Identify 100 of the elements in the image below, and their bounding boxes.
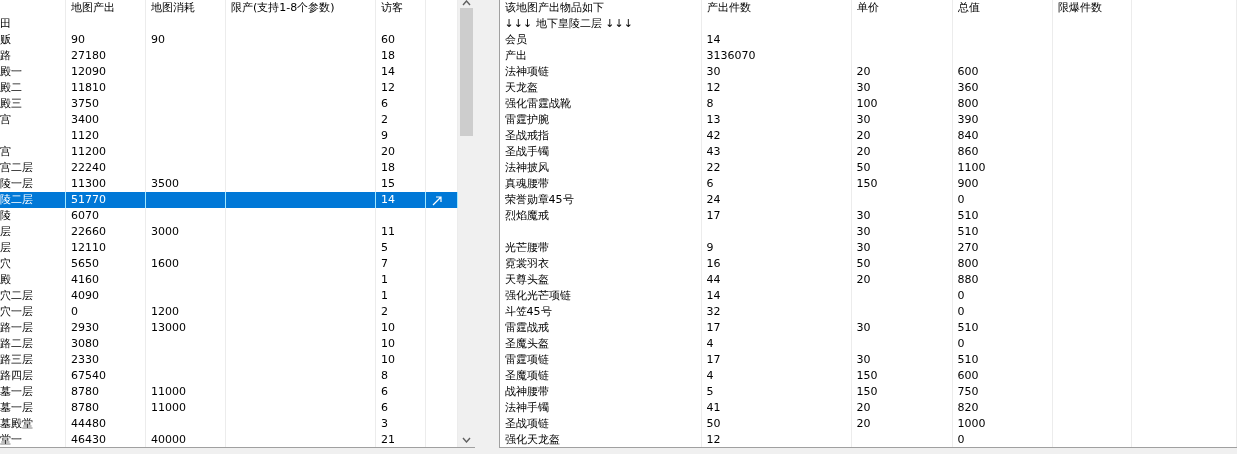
table-cell: 陵 bbox=[0, 208, 11, 224]
table-cell: 7 bbox=[381, 256, 388, 272]
column-header[interactable]: 单价 bbox=[856, 0, 879, 16]
column-header[interactable]: 地图消耗 bbox=[151, 0, 195, 16]
table-cell: 9 bbox=[706, 240, 714, 256]
table-cell: 5650 bbox=[71, 256, 99, 272]
table-cell: 30 bbox=[856, 80, 871, 96]
table-cell: 150 bbox=[856, 384, 878, 400]
table-cell: 路三层 bbox=[0, 352, 33, 368]
scrollbar[interactable] bbox=[458, 0, 475, 447]
table-cell: 3000 bbox=[151, 224, 179, 240]
table-cell: 0 bbox=[957, 432, 965, 447]
table-cell: 20 bbox=[856, 416, 871, 432]
table-cell: 8780 bbox=[71, 384, 99, 400]
table-cell: 51770 bbox=[71, 192, 106, 208]
table-cell: 产出 bbox=[504, 48, 527, 64]
table-cell: 路二层 bbox=[0, 336, 33, 352]
table-cell: 穴一层 bbox=[0, 304, 33, 320]
scroll-down-icon[interactable] bbox=[461, 437, 471, 443]
scroll-thumb[interactable] bbox=[460, 8, 473, 136]
column-header[interactable]: 总值 bbox=[957, 0, 980, 16]
table-cell: 150 bbox=[856, 368, 878, 384]
table-cell: 圣战项链 bbox=[504, 416, 549, 432]
table-cell: 2 bbox=[381, 112, 388, 128]
table-cell: 90 bbox=[71, 32, 85, 48]
column-header[interactable]: 限产(支持1-8个参数) bbox=[231, 0, 335, 16]
table-cell: 860 bbox=[957, 144, 979, 160]
scroll-up-icon[interactable] bbox=[461, 0, 471, 6]
table-cell: 16 bbox=[706, 256, 721, 272]
table-cell: 3080 bbox=[71, 336, 99, 352]
table-cell: 22 bbox=[706, 160, 721, 176]
table-cell: 67540 bbox=[71, 368, 106, 384]
table-cell: 8 bbox=[381, 368, 388, 384]
table-cell: 0 bbox=[957, 192, 965, 208]
column-header[interactable]: 产出件数 bbox=[706, 0, 751, 16]
table-cell: 9 bbox=[381, 128, 388, 144]
table-cell: 战神腰带 bbox=[504, 384, 549, 400]
table-cell: 24 bbox=[706, 192, 721, 208]
table-cell: 510 bbox=[957, 224, 979, 240]
table-cell: 真魂腰带 bbox=[504, 176, 549, 192]
table-cell: 15 bbox=[381, 176, 395, 192]
table-cell: 11300 bbox=[71, 176, 106, 192]
table-cell: 800 bbox=[957, 96, 979, 112]
table-cell: 2 bbox=[381, 304, 388, 320]
table-cell: 21 bbox=[381, 432, 395, 447]
table-cell: 0 bbox=[957, 288, 965, 304]
table-cell: 天龙盔 bbox=[504, 80, 538, 96]
table-cell: 30 bbox=[706, 64, 721, 80]
table-cell: 荣誉勋章45号 bbox=[504, 192, 574, 208]
table-cell: 宫 bbox=[0, 112, 11, 128]
table-cell: 10 bbox=[381, 352, 395, 368]
table-cell: 600 bbox=[957, 368, 979, 384]
table-cell: 13 bbox=[706, 112, 721, 128]
table-cell: 510 bbox=[957, 320, 979, 336]
table-cell: 4 bbox=[706, 368, 714, 384]
table-cell: 50 bbox=[856, 256, 871, 272]
table-cell: 880 bbox=[957, 272, 979, 288]
table-cell: 150 bbox=[856, 176, 878, 192]
column-header[interactable]: 该地图产出物品如下 bbox=[504, 0, 604, 16]
table-cell: 30 bbox=[856, 208, 871, 224]
table-cell: 3750 bbox=[71, 96, 99, 112]
table-cell: 3500 bbox=[151, 176, 179, 192]
table-cell: 90 bbox=[151, 32, 165, 48]
table-cell: 900 bbox=[957, 176, 979, 192]
table-row[interactable]: 陵二层 51770 14 bbox=[0, 192, 458, 208]
table-cell: 殿三 bbox=[0, 96, 22, 112]
table-cell: 斗笠45号 bbox=[504, 304, 552, 320]
table-cell: 100 bbox=[856, 96, 878, 112]
table-cell: 20 bbox=[856, 400, 871, 416]
table-cell: 11200 bbox=[71, 144, 106, 160]
table-cell: 6070 bbox=[71, 208, 99, 224]
table-cell: 12110 bbox=[71, 240, 106, 256]
column-header[interactable]: 限爆件数 bbox=[1057, 0, 1102, 16]
table-cell: 22660 bbox=[71, 224, 106, 240]
table-cell: 法神手镯 bbox=[504, 400, 549, 416]
table-cell: 20 bbox=[856, 64, 871, 80]
column-header[interactable]: 访客 bbox=[381, 0, 403, 16]
table-cell: 44 bbox=[706, 272, 721, 288]
table-cell: 路 bbox=[0, 48, 11, 64]
column-header[interactable]: 地图产出 bbox=[71, 0, 115, 16]
table-cell: 800 bbox=[957, 256, 979, 272]
table-cell: 3400 bbox=[71, 112, 99, 128]
table-cell: 22240 bbox=[71, 160, 106, 176]
table-cell: 41 bbox=[706, 400, 721, 416]
table-cell: 270 bbox=[957, 240, 979, 256]
table-cell: 17 bbox=[706, 208, 721, 224]
table-cell: 殿 bbox=[0, 272, 11, 288]
table-cell: 10 bbox=[381, 320, 395, 336]
table-cell: 11 bbox=[381, 224, 395, 240]
table-cell: 12 bbox=[381, 80, 395, 96]
table-cell: 2930 bbox=[71, 320, 99, 336]
table-cell: 1100 bbox=[957, 160, 986, 176]
table-cell: 6 bbox=[381, 384, 388, 400]
arrow-icon bbox=[432, 194, 443, 206]
table-cell: 墓殿堂 bbox=[0, 416, 33, 432]
table-cell: 法神披风 bbox=[504, 160, 549, 176]
table-cell: 陵一层 bbox=[0, 176, 33, 192]
table-cell: 墓一层 bbox=[0, 384, 33, 400]
table-cell: 18 bbox=[381, 160, 395, 176]
table-cell: 1120 bbox=[71, 128, 99, 144]
